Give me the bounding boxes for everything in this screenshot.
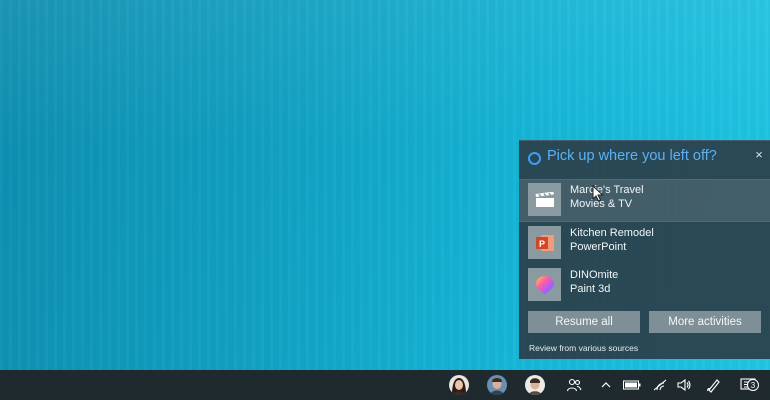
svg-text:P: P xyxy=(538,239,544,249)
paint3d-icon xyxy=(528,268,561,301)
activity-text: Kitchen Remodel PowerPoint xyxy=(570,226,654,254)
activity-item[interactable]: P Kitchen Remodel PowerPoint xyxy=(519,223,770,264)
cortana-icon xyxy=(528,152,541,165)
activity-app: Movies & TV xyxy=(570,198,633,210)
mouse-cursor-icon xyxy=(592,185,604,202)
taskbar xyxy=(0,370,770,400)
close-button[interactable]: × xyxy=(752,148,766,162)
avatar xyxy=(487,375,507,395)
activity-app: Paint 3d xyxy=(570,283,611,295)
contact-avatar-1[interactable] xyxy=(448,374,470,396)
activity-title: Kitchen Remodel xyxy=(570,227,654,239)
activity-text: DINOmite Paint 3d xyxy=(570,268,618,296)
timeline-flyout: Pick up where you left off? × Marcie's T… xyxy=(519,140,770,359)
flyout-title: Pick up where you left off? xyxy=(547,148,717,164)
avatar xyxy=(449,375,469,395)
avatar xyxy=(525,375,545,395)
activity-item[interactable]: Marcie's Travel Movies & TV xyxy=(519,180,770,221)
resume-all-button[interactable]: Resume all xyxy=(528,311,640,333)
activity-title: Marcie's Travel xyxy=(570,184,644,196)
divider xyxy=(519,221,770,222)
volume-icon[interactable] xyxy=(674,374,694,396)
wifi-icon[interactable] xyxy=(650,374,670,396)
activity-item[interactable]: DINOmite Paint 3d xyxy=(519,265,770,306)
contact-avatar-2[interactable] xyxy=(486,374,508,396)
battery-icon[interactable] xyxy=(622,374,642,396)
chevron-up-icon[interactable] xyxy=(598,374,614,396)
activity-app: PowerPoint xyxy=(570,241,627,253)
pen-icon[interactable] xyxy=(704,374,724,396)
more-activities-button[interactable]: More activities xyxy=(649,311,761,333)
activity-title: DINOmite xyxy=(570,269,619,281)
activity-text: Marcie's Travel Movies & TV xyxy=(570,183,644,211)
powerpoint-icon: P xyxy=(528,226,561,259)
people-icon[interactable] xyxy=(564,374,584,396)
flyout-header: Pick up where you left off? × xyxy=(519,141,770,179)
movie-clapperboard-icon xyxy=(528,183,561,216)
footer-note: Review from various sources xyxy=(529,343,639,353)
notification-count-badge: 3 xyxy=(747,379,759,391)
contact-avatar-3[interactable] xyxy=(524,374,546,396)
